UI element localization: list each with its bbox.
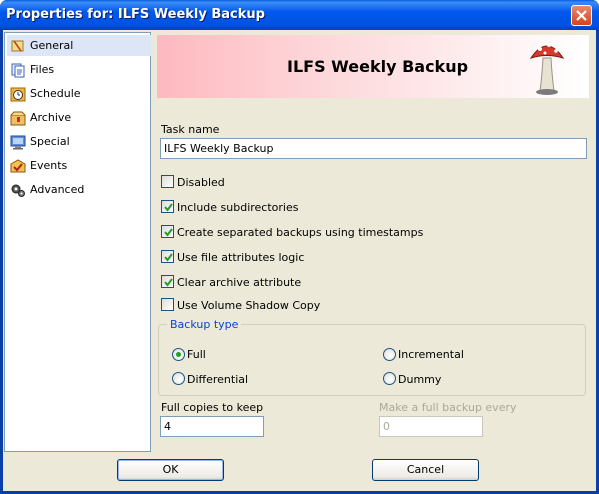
sidebar-item-files[interactable]: Files [7,59,151,80]
files-icon [11,63,25,78]
full-copies-label: Full copies to keep [161,401,264,414]
special-icon [10,135,26,150]
full-radio-label: Full [187,348,206,361]
advanced-icon [11,184,25,197]
file-attributes-checkbox[interactable] [161,250,174,263]
full-radio[interactable] [172,348,185,361]
properties-window: Properties for: ILFS Weekly Backup Gener… [0,0,599,494]
incremental-radio[interactable] [383,348,396,361]
ok-button[interactable]: OK [117,459,224,481]
disabled-label: Disabled [177,176,225,189]
cancel-button[interactable]: Cancel [372,459,479,481]
full-backup-every-label: Make a full backup every [379,401,517,414]
volume-shadow-copy-checkbox[interactable] [161,298,174,311]
general-icon [11,40,24,52]
backup-type-group: Backup type Full Incremental Differentia… [158,318,586,396]
close-button[interactable] [571,5,592,26]
sidebar-item-label: Schedule [30,87,81,100]
sidebar-item-label: Events [30,159,68,172]
checkmark-icon [164,203,173,212]
sidebar-item-label: Special [30,135,70,148]
sidebar: General Files Schedule Archive Special E… [4,32,151,452]
full-backup-every-input[interactable]: 0 [379,416,483,437]
sidebar-item-schedule[interactable]: Schedule [7,83,151,104]
title-bar[interactable]: Properties for: ILFS Weekly Backup [0,0,599,30]
general-panel: ILFS Weekly Backup Task name ILFS Weekly… [153,30,596,452]
sidebar-item-label: Files [30,63,55,76]
sidebar-item-label: Advanced [30,183,85,196]
sidebar-item-advanced[interactable]: Advanced [7,179,151,200]
sidebar-item-label: General [30,39,74,52]
sidebar-item-archive[interactable]: Archive [7,107,151,128]
clear-archive-label: Clear archive attribute [177,276,302,289]
window-title: Properties for: ILFS Weekly Backup [6,7,265,22]
include-subdirectories-checkbox[interactable] [161,200,174,213]
banner-title: ILFS Weekly Backup [287,57,469,76]
include-subdirectories-label: Include subdirectories [177,201,299,214]
checkmark-icon [164,253,173,262]
clear-archive-checkbox[interactable] [161,275,174,288]
sidebar-item-special[interactable]: Special [7,131,151,152]
archive-icon [10,111,26,126]
timestamps-label: Create separated backups using timestamp… [177,226,424,239]
banner: ILFS Weekly Backup [157,35,589,98]
backup-type-title: Backup type [167,318,242,331]
volume-shadow-copy-label: Use Volume Shadow Copy [177,299,321,312]
checkmark-icon [164,278,173,287]
sidebar-item-label: Archive [30,111,72,124]
full-copies-input[interactable]: 4 [160,416,264,437]
incremental-radio-label: Incremental [398,348,464,361]
file-attributes-label: Use file attributes logic [177,251,305,264]
sidebar-item-general[interactable]: General [7,35,151,56]
close-icon [576,10,587,21]
differential-radio-label: Differential [187,373,249,386]
dialog-client-area: General Files Schedule Archive Special E… [3,30,596,491]
dummy-radio-label: Dummy [398,373,442,386]
task-name-input[interactable]: ILFS Weekly Backup [160,138,587,159]
disabled-checkbox[interactable] [161,175,174,188]
sidebar-item-events[interactable]: Events [7,155,151,176]
differential-radio[interactable] [172,372,185,385]
checkmark-icon [164,228,173,237]
dummy-radio[interactable] [383,372,396,385]
task-name-label: Task name [161,123,220,136]
events-icon [10,159,26,173]
schedule-icon [10,87,26,102]
timestamps-checkbox[interactable] [161,225,174,238]
mushroom-icon [529,43,565,95]
